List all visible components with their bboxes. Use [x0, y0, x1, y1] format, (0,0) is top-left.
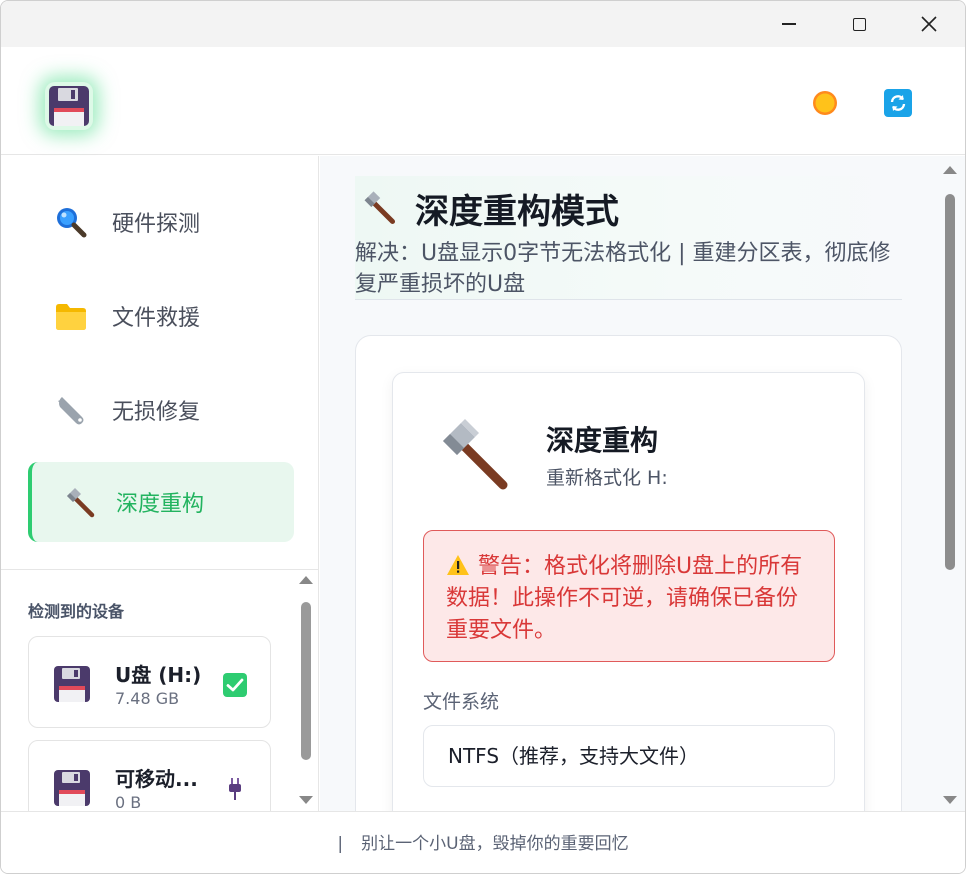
- hammer-icon: [62, 485, 96, 519]
- scroll-thumb[interactable]: [945, 194, 955, 570]
- sidebar-scrollbar[interactable]: [297, 576, 315, 811]
- app-logo: [45, 82, 93, 130]
- device-size: 0 B: [115, 793, 142, 812]
- sidebar-item-hardware-detect[interactable]: 硬件探测: [28, 182, 294, 262]
- main-content: 深度重构模式 解决：U盘显示0字节无法格式化 | 重建分区表，彻底修复严重损坏的…: [320, 156, 965, 811]
- device-card-h[interactable]: U盘 (H:) 7.48 GB: [28, 636, 271, 728]
- refresh-icon: [890, 95, 906, 111]
- magnifier-icon: [54, 205, 88, 239]
- device-name: 可移动...: [115, 767, 198, 791]
- sidebar-item-label: 硬件探测: [112, 212, 201, 237]
- scroll-up-icon[interactable]: [943, 166, 957, 174]
- app-window: 硬件探测 文件救援 无损修复 深度重构 检测到的设备 U盘 (H:) 7.48 …: [0, 0, 966, 874]
- devices-title: 检测到的设备: [28, 602, 125, 621]
- devices-panel: 检测到的设备 U盘 (H:) 7.48 GB 可移动... 0 B: [1, 569, 319, 832]
- sidebar-item-label: 文件救援: [112, 306, 201, 331]
- mode-header: 深度重构模式 解决：U盘显示0字节无法格式化 | 重建分区表，彻底修复严重损坏的…: [355, 176, 902, 300]
- maximize-button[interactable]: [835, 1, 883, 47]
- app-header: [1, 47, 965, 155]
- close-icon: [921, 16, 937, 32]
- scroll-up-icon[interactable]: [299, 576, 313, 584]
- minimize-button[interactable]: [765, 1, 813, 47]
- floppy-disk-icon: [54, 666, 90, 702]
- floppy-disk-icon: [49, 86, 89, 126]
- rebuild-card: 深度重构 重新格式化 H: 警告：格式化将删除U盘上的所有数据！此操作不可逆，请…: [392, 372, 865, 811]
- wrench-icon: [54, 393, 88, 427]
- warning-text: 警告：格式化将删除U盘上的所有数据！此操作不可逆，请确保已备份重要文件。: [446, 554, 803, 643]
- card-title: 深度重构: [546, 424, 659, 457]
- warning-box: 警告：格式化将删除U盘上的所有数据！此操作不可逆，请确保已备份重要文件。: [423, 530, 835, 662]
- hammer-icon: [364, 191, 396, 225]
- sidebar-item-lossless-repair[interactable]: 无损修复: [28, 370, 294, 450]
- filesystem-label: 文件系统: [423, 691, 500, 713]
- scroll-thumb[interactable]: [301, 602, 311, 760]
- floppy-disk-icon: [54, 770, 90, 806]
- device-name: U盘 (H:): [115, 663, 202, 687]
- plug-icon: [229, 778, 241, 800]
- scroll-down-icon[interactable]: [299, 796, 313, 804]
- sidebar: 硬件探测 文件救援 无损修复 深度重构 检测到的设备 U盘 (H:) 7.48 …: [1, 156, 319, 832]
- check-icon: [223, 673, 247, 697]
- card-subtitle: 重新格式化 H:: [546, 467, 668, 489]
- sidebar-item-label: 无损修复: [112, 400, 201, 425]
- footer-text: 别让一个小U盘，毁掉你的重要回忆: [361, 834, 629, 854]
- maximize-icon: [852, 17, 866, 31]
- filesystem-select[interactable]: NTFS（推荐，支持大文件）: [423, 725, 835, 787]
- scroll-down-icon[interactable]: [943, 796, 957, 804]
- sidebar-item-file-rescue[interactable]: 文件救援: [28, 276, 294, 356]
- sidebar-item-label: 深度重构: [116, 492, 205, 517]
- title-bar: [1, 1, 965, 47]
- folder-icon: [54, 299, 88, 333]
- footer-separator: |: [337, 834, 344, 854]
- sun-icon[interactable]: [811, 89, 839, 117]
- footer: | 别让一个小U盘，毁掉你的重要回忆: [1, 811, 965, 873]
- refresh-button[interactable]: [884, 89, 912, 117]
- close-button[interactable]: [905, 1, 953, 47]
- page-title: 深度重构模式: [415, 192, 619, 232]
- minimize-icon: [782, 23, 796, 25]
- outer-card: 深度重构 重新格式化 H: 警告：格式化将删除U盘上的所有数据！此操作不可逆，请…: [355, 335, 902, 811]
- page-description: 解决：U盘显示0字节无法格式化 | 重建分区表，彻底修复严重损坏的U盘: [355, 241, 891, 297]
- device-size: 7.48 GB: [115, 689, 180, 708]
- main-scrollbar[interactable]: [939, 156, 961, 811]
- hammer-icon: [443, 419, 508, 490]
- warning-icon: [447, 555, 469, 575]
- sidebar-item-deep-rebuild[interactable]: 深度重构: [28, 462, 294, 542]
